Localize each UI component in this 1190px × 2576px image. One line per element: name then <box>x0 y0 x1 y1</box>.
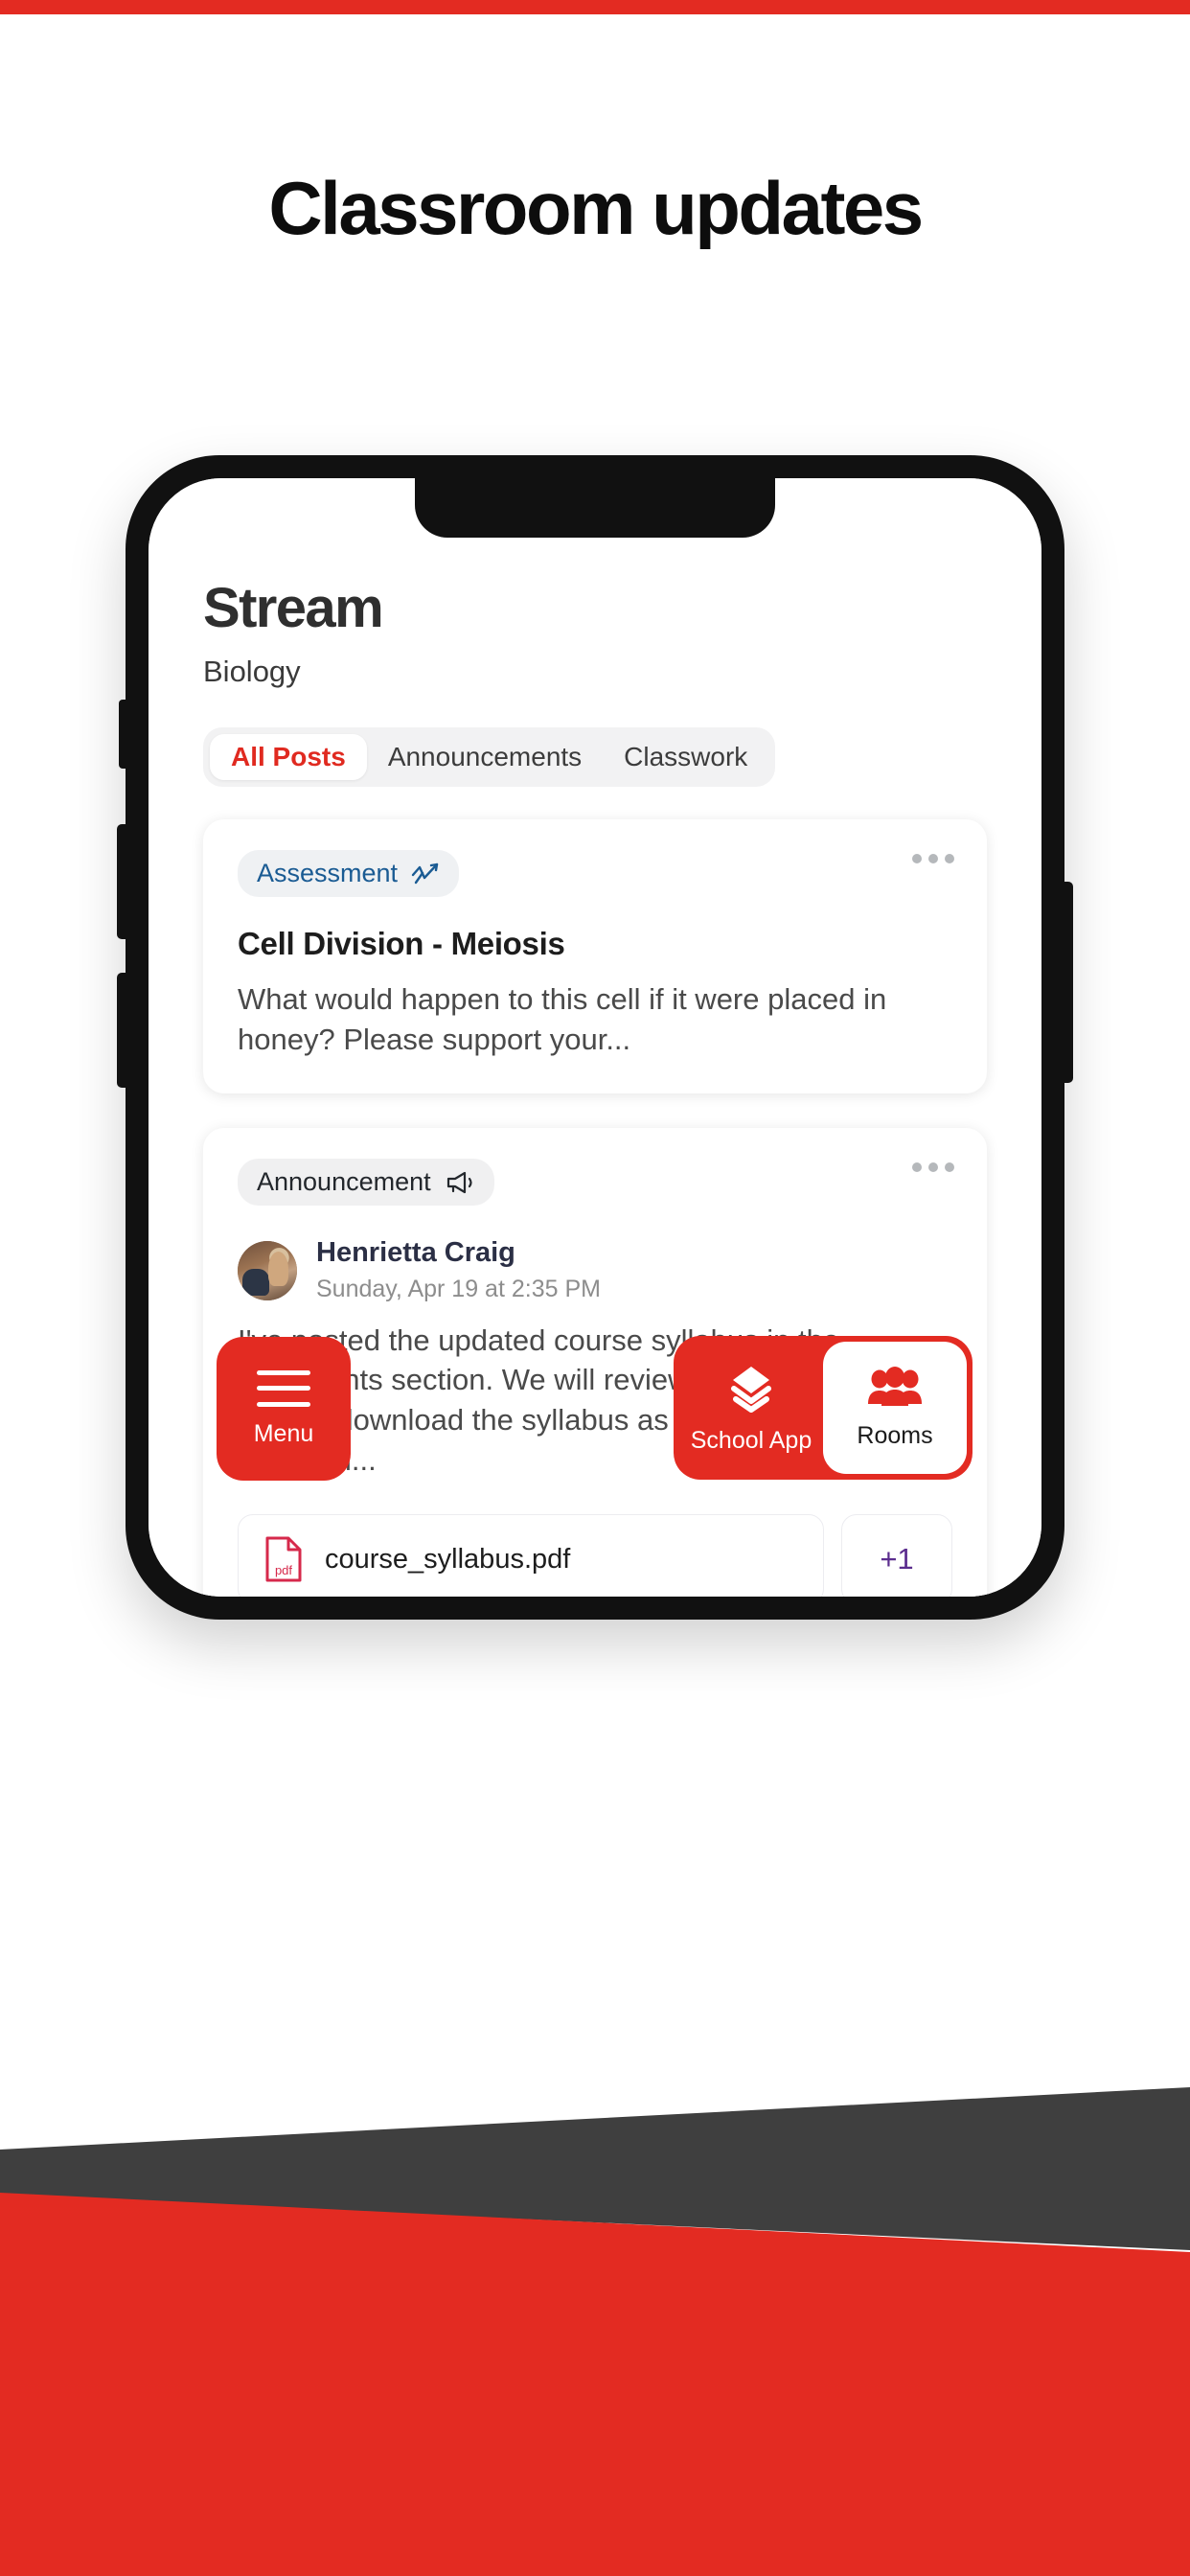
nav-item-rooms[interactable]: Rooms <box>823 1342 967 1474</box>
phone-volume-up-button <box>117 824 127 939</box>
red-bottom-shape <box>0 2193 1190 2576</box>
menu-button-label: Menu <box>253 1419 314 1447</box>
phone-mute-switch <box>119 700 127 769</box>
kebab-dot <box>928 854 938 863</box>
post-timestamp: Sunday, Apr 19 at 2:35 PM <box>316 1275 601 1302</box>
tab-all-posts[interactable]: All Posts <box>210 734 367 780</box>
page-title: Classroom updates <box>268 166 924 250</box>
kebab-dot <box>912 1162 922 1173</box>
classroom-app: Stream Biology All Posts Announcements C… <box>149 478 1041 1597</box>
kebab-dot <box>912 854 922 863</box>
svg-text:pdf: pdf <box>275 1563 292 1577</box>
filter-tabs[interactable]: All Posts Announcements Classwork <box>203 727 776 787</box>
course-name: Biology <box>203 655 301 688</box>
badge-assessment-label: Assessment <box>257 859 399 887</box>
post-body: What would happen to this cell if it wer… <box>238 982 887 1056</box>
phone-volume-down-button <box>117 973 127 1088</box>
post-card-assessment[interactable]: Assessment Cell Division - Meiosis What … <box>203 819 987 1094</box>
phone-power-button <box>1063 882 1073 1083</box>
kebab-dot <box>945 854 954 863</box>
tab-announcements[interactable]: Announcements <box>367 734 603 780</box>
people-group-icon <box>868 1367 922 1406</box>
badge-row: Announcement <box>238 1159 952 1207</box>
avatar <box>238 1241 297 1300</box>
attachment-overflow-button[interactable]: +1 <box>841 1514 952 1597</box>
nav-pill: School App Rooms <box>674 1336 973 1480</box>
top-red-bar <box>0 0 1190 14</box>
phone-notch <box>415 478 775 538</box>
dark-diagonal-band <box>0 2087 1190 2250</box>
post-menu-button[interactable] <box>912 1162 954 1173</box>
attachment-row: pdf course_syllabus.pdf +1 <box>238 1514 952 1597</box>
hamburger-icon <box>257 1369 310 1407</box>
tab-classwork[interactable]: Classwork <box>603 734 768 780</box>
attachment-filename: course_syllabus.pdf <box>325 1543 571 1575</box>
badge-announcement-label: Announcement <box>257 1167 431 1197</box>
kebab-dot <box>945 1162 954 1173</box>
screen-title: Stream <box>203 577 384 639</box>
post-menu-button[interactable] <box>912 854 954 863</box>
phone-frame: Stream Biology All Posts Announcements C… <box>117 455 1073 1620</box>
kebab-dot <box>928 1162 938 1173</box>
post-title: Cell Division - Meiosis <box>238 926 565 961</box>
megaphone-icon <box>446 1171 472 1193</box>
phone-screen: Stream Biology All Posts Announcements C… <box>149 478 1041 1597</box>
attachment-item[interactable]: pdf course_syllabus.pdf <box>238 1514 824 1597</box>
nav-item-rooms-label: Rooms <box>857 1422 933 1449</box>
badge-row: Assessment <box>238 850 952 897</box>
analytics-icon <box>411 862 439 884</box>
layers-icon <box>731 1367 771 1413</box>
menu-button[interactable]: Menu <box>217 1337 351 1481</box>
post-author: Henrietta Craig Sunday, Apr 19 at 2:35 P… <box>238 1237 952 1303</box>
nav-item-school-app[interactable]: School App <box>679 1342 823 1474</box>
badge-announcement: Announcement <box>238 1159 494 1207</box>
nav-item-school-app-label: School App <box>690 1427 812 1454</box>
pdf-file-icon: pdf <box>265 1536 302 1582</box>
author-name: Henrietta Craig <box>316 1237 515 1269</box>
badge-assessment: Assessment <box>238 850 460 897</box>
bottom-navigation: Menu School App Rooms <box>149 1336 1041 1482</box>
